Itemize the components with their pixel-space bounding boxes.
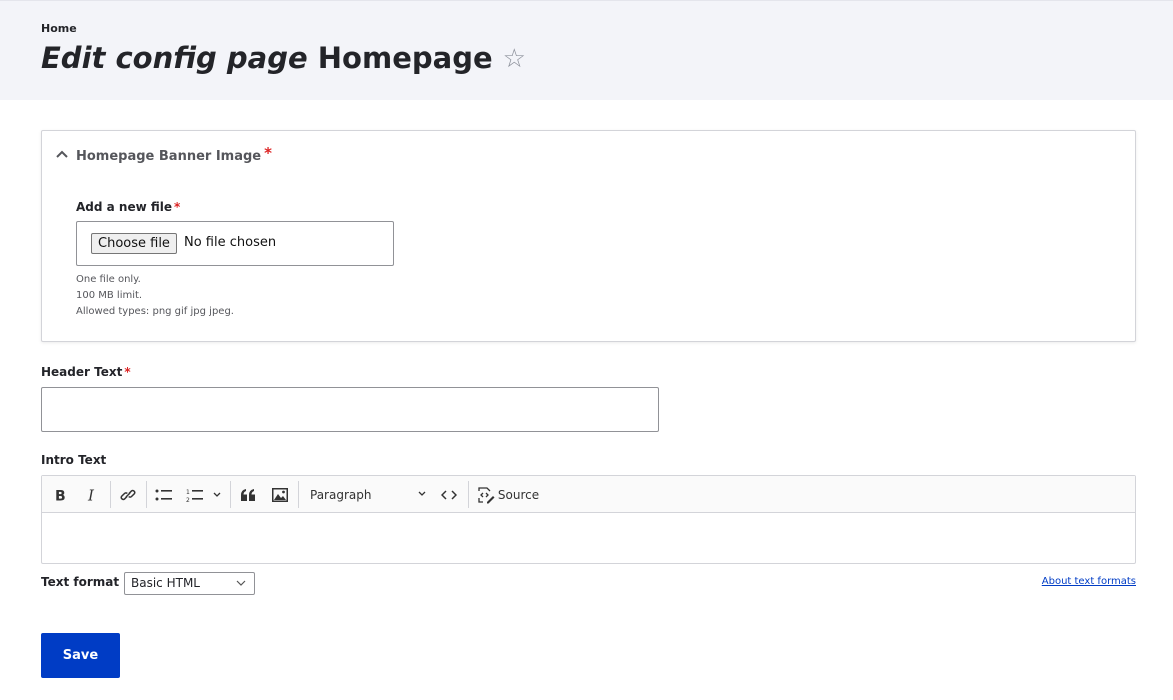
toolbar-separator [110,481,111,508]
required-mark: * [174,200,181,214]
toolbar-separator [230,481,231,508]
heading-select[interactable]: Paragraph [304,482,428,507]
bulleted-list-button[interactable] [153,482,175,507]
code-icon [441,489,457,500]
block-quote-icon [241,488,255,501]
link-icon [120,489,136,500]
toolbar-separator [468,481,469,508]
page-header: Home Edit config page Homepage ☆ [0,0,1173,100]
chevron-down-icon [418,491,426,496]
italic-icon: I [87,488,95,502]
heading-select-value: Paragraph [310,487,372,502]
chevron-down-icon [236,580,246,586]
bold-button[interactable]: B [50,482,70,507]
file-field-label-text: Add a new file [76,200,173,214]
source-button-label: Source [497,487,540,502]
svg-text:1: 1 [186,489,190,496]
toolbar-separator [298,481,299,508]
breadcrumb-home[interactable]: Home [41,22,77,35]
summary-text: Homepage Banner Image [76,149,262,164]
star-icon[interactable]: ☆ [503,40,526,78]
file-status-text: No file chosen [184,235,277,250]
chevron-up-icon [56,150,68,158]
page-title-prefix: Edit config page [41,41,308,75]
text-format-value: Basic HTML [131,576,200,590]
chevron-down-icon [213,492,221,497]
text-format-select[interactable]: Basic HTML [124,572,255,595]
link-button[interactable] [117,482,139,507]
header-text-label-text: Header Text [41,365,123,379]
code-button[interactable] [437,482,461,507]
banner-image-summary-label: Homepage Banner Image * [76,144,272,164]
bulleted-list-icon [155,489,172,500]
source-edit-icon [478,486,495,503]
about-text-formats-link[interactable]: About text formats [1042,576,1136,587]
insert-image-button[interactable] [269,482,291,507]
numbered-list-dropdown[interactable] [210,482,224,507]
toolbar-separator [146,481,147,508]
numbered-list-button[interactable]: 12 [184,482,206,507]
svg-text:B: B [55,488,66,502]
file-description-line: Allowed types: png gif jpg jpeg. [76,306,234,317]
source-button[interactable]: Source [475,482,541,507]
file-field-label: Add a new file * [76,200,180,214]
header-text-label: Header Text * [41,365,131,379]
file-description-line: One file only. [76,274,141,285]
file-field-description: One file only. 100 MB limit. Allowed typ… [76,272,234,320]
banner-image-summary[interactable]: Homepage Banner Image * [42,131,1135,177]
editor-toolbar: B I 12 Paragraph Source [42,476,1135,513]
required-mark: * [124,365,131,379]
text-format-label: Text format [41,575,120,589]
required-mark: * [264,144,272,162]
choose-file-button[interactable]: Choose file [91,233,177,254]
file-description-line: 100 MB limit. [76,290,143,301]
svg-text:2: 2 [186,497,190,502]
intro-text-editor: B I 12 Paragraph Source [41,475,1136,564]
block-quote-button[interactable] [237,482,259,507]
intro-text-editable-area[interactable] [42,513,1135,563]
italic-button[interactable]: I [82,482,102,507]
banner-image-details: Homepage Banner Image * Add a new file * C… [41,130,1136,342]
intro-text-label: Intro Text [41,453,107,467]
page-title-entity: Homepage [317,41,493,75]
save-button[interactable]: Save [41,633,120,678]
numbered-list-icon: 12 [186,489,203,502]
page-title: Edit config page Homepage ☆ [41,39,526,78]
svg-text:I: I [87,488,95,502]
image-icon [272,487,288,502]
bold-icon: B [55,488,66,502]
header-text-input[interactable] [41,387,659,432]
file-upload-widget: Choose file No file chosen [76,221,394,266]
